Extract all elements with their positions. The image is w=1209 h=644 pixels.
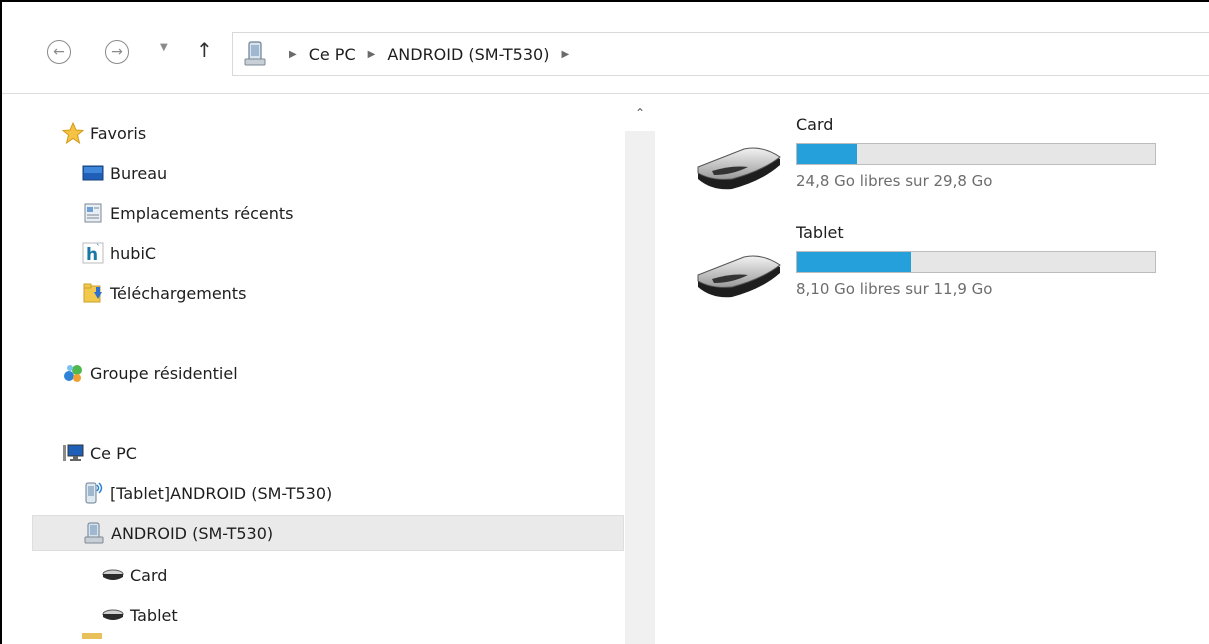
scroll-up-button[interactable]: ⌃	[625, 95, 655, 131]
downloads-icon	[82, 282, 104, 304]
drive-icon	[102, 564, 124, 586]
navigation-bar: ← → ▼ ↑ ▶ Ce PC ▶ ANDROID (SM-T530) ▶	[2, 2, 1209, 94]
breadcrumb-this-pc[interactable]: Ce PC	[309, 45, 356, 64]
nav-item-bureau[interactable]: Bureau	[82, 155, 167, 191]
star-icon	[62, 122, 84, 144]
desktop-icon	[82, 162, 104, 184]
nav-item-label: ANDROID (SM-T530)	[111, 523, 274, 543]
nav-item-hubic[interactable]: h ` hubiC	[82, 235, 156, 271]
chevron-right-icon[interactable]: ▶	[368, 49, 376, 60]
nav-item-label: Favoris	[90, 123, 147, 143]
computer-icon	[62, 442, 84, 464]
chevron-right-icon: ▶	[289, 48, 297, 60]
nav-item-emplacements-recents[interactable]: Emplacements récents	[82, 195, 293, 231]
recent-places-icon	[82, 202, 104, 224]
svg-text:`: `	[96, 243, 101, 254]
recent-locations-dropdown[interactable]: ▼	[160, 42, 168, 53]
nav-item-label: Groupe résidentiel	[90, 363, 238, 383]
up-button[interactable]: ↑	[196, 38, 213, 62]
nav-item-label: Téléchargements	[110, 283, 247, 303]
drive-usage-fill	[797, 144, 858, 164]
nav-pane-scrollbar[interactable]	[625, 95, 655, 644]
forward-button[interactable]: →	[105, 40, 129, 64]
nav-item-android-device[interactable]: ANDROID (SM-T530)	[32, 515, 624, 551]
android-device-icon	[83, 522, 105, 544]
breadcrumb-android-device[interactable]: ANDROID (SM-T530)	[387, 45, 549, 64]
nav-item-tablet-android[interactable]: [Tablet]ANDROID (SM-T530)	[82, 475, 332, 511]
chevron-right-icon[interactable]: ▶	[561, 49, 569, 60]
drive-usage-bar	[796, 251, 1156, 273]
drive-usage-bar	[796, 143, 1156, 165]
tablet-device-icon	[82, 482, 104, 504]
drive-name: Card	[796, 115, 834, 134]
nav-item-homegroup[interactable]: Groupe résidentiel	[62, 355, 238, 391]
drive-icon	[697, 255, 781, 298]
nav-item-telechargements[interactable]: Téléchargements	[82, 275, 246, 311]
address-bar[interactable]: ▶ Ce PC ▶ ANDROID (SM-T530) ▶	[232, 32, 1209, 76]
content-pane: Card 24,8 Go libres sur 29,8 Go Tablet 8…	[656, 95, 1209, 644]
drive-icon	[697, 147, 781, 190]
nav-item-label: Bureau	[110, 163, 168, 183]
hubic-icon: h `	[82, 242, 104, 264]
nav-item-label: hubiC	[110, 243, 157, 263]
drive-free-space: 8,10 Go libres sur 11,9 Go	[796, 280, 993, 298]
drive-free-space: 24,8 Go libres sur 29,8 Go	[796, 172, 993, 190]
nav-item-tablet[interactable]: Tablet	[102, 597, 178, 633]
drive-icon	[102, 604, 124, 626]
drive-tile-tablet[interactable]: Tablet 8,10 Go libres sur 11,9 Go	[692, 223, 1172, 323]
homegroup-icon	[62, 362, 84, 384]
folder-icon	[82, 633, 102, 639]
nav-item-label: [Tablet]ANDROID (SM-T530)	[110, 483, 333, 503]
nav-item-label: Ce PC	[90, 443, 137, 463]
drive-name: Tablet	[796, 223, 844, 242]
nav-item-label: Tablet	[130, 605, 178, 625]
nav-item-card[interactable]: Card	[102, 557, 167, 593]
nav-item-label: Emplacements récents	[110, 203, 294, 223]
nav-item-label: Card	[130, 565, 168, 585]
nav-item-favorites[interactable]: Favoris	[62, 115, 146, 151]
chevron-up-icon: ⌃	[634, 106, 646, 120]
android-device-icon	[244, 41, 266, 66]
drive-tile-card[interactable]: Card 24,8 Go libres sur 29,8 Go	[692, 115, 1172, 215]
navigation-pane: Favoris Bureau Emplacements récents h ` h…	[2, 95, 655, 644]
arrow-left-icon: ←	[53, 44, 65, 60]
arrow-right-icon: →	[111, 44, 123, 60]
drive-usage-fill	[797, 252, 912, 272]
back-button[interactable]: ←	[47, 40, 71, 64]
nav-item-this-pc[interactable]: Ce PC	[62, 435, 137, 471]
